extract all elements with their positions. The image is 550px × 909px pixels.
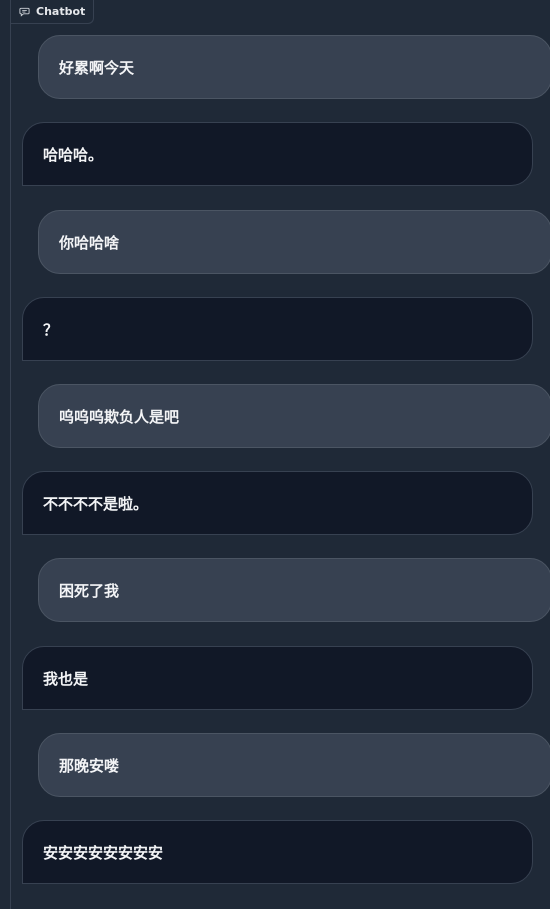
bot-message: ？ bbox=[22, 297, 533, 361]
user-message: 呜呜呜欺负人是吧 bbox=[38, 384, 550, 448]
message-text: 呜呜呜欺负人是吧 bbox=[59, 407, 180, 426]
bot-message: 我也是 bbox=[22, 646, 533, 710]
bot-message: 安安安安安安安安 bbox=[22, 820, 533, 884]
chatbot-label: Chatbot bbox=[10, 0, 95, 24]
bot-message: 哈哈哈。 bbox=[22, 122, 533, 186]
message-text: 我也是 bbox=[43, 669, 89, 688]
chatbot-label-text: Chatbot bbox=[36, 5, 86, 18]
message-text: 困死了我 bbox=[59, 581, 120, 600]
message-text: 你哈哈啥 bbox=[59, 233, 120, 252]
message-text: 哈哈哈。 bbox=[43, 145, 104, 164]
message-text: 那晚安喽 bbox=[59, 756, 120, 775]
user-message: 你哈哈啥 bbox=[38, 210, 550, 274]
chat-icon bbox=[19, 6, 30, 17]
message-text: ？ bbox=[43, 320, 59, 339]
message-text: 安安安安安安安安 bbox=[43, 843, 164, 862]
message-text: 不不不不是啦。 bbox=[43, 494, 149, 513]
user-message: 好累啊今天 bbox=[38, 35, 550, 99]
user-message: 那晚安喽 bbox=[38, 733, 550, 797]
message-text: 好累啊今天 bbox=[59, 58, 135, 77]
bot-message: 不不不不是啦。 bbox=[22, 471, 533, 535]
user-message: 困死了我 bbox=[38, 558, 550, 622]
